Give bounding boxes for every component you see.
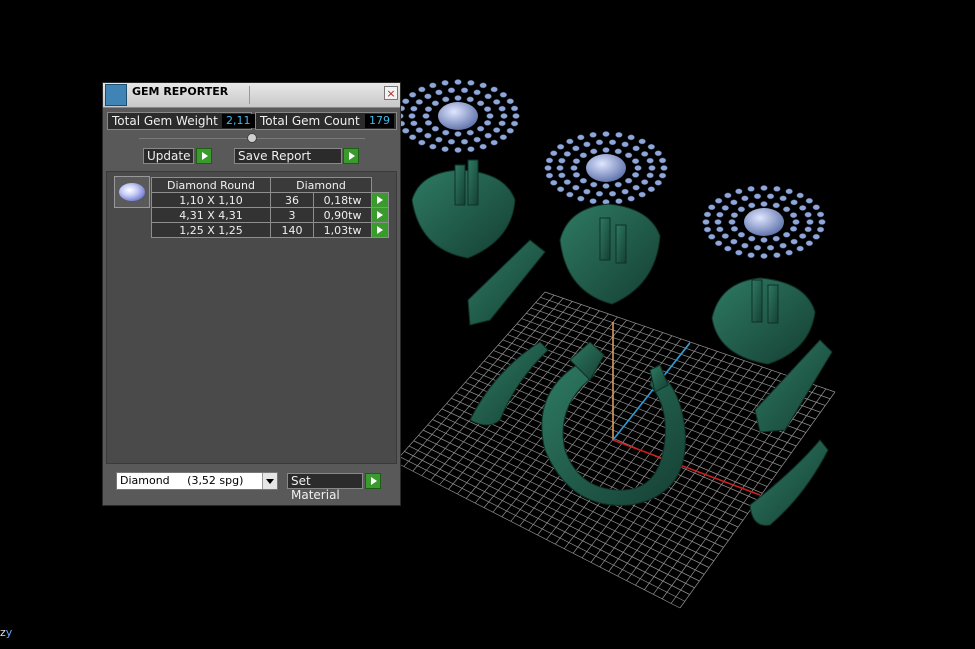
gem-table: Diamond Round Diamond 1,10 X 1,10 36 0,1… — [151, 177, 389, 238]
gem-size: 1,25 X 1,25 — [151, 222, 271, 238]
titlebar-divider — [249, 86, 250, 104]
table-row: 1,25 X 1,25 140 1,03tw — [151, 222, 389, 238]
table-row: 1,10 X 1,10 36 0,18tw — [151, 192, 389, 208]
total-gem-weight-label: Total Gem Weight — [112, 114, 218, 128]
panel-titlebar[interactable]: GEM REPORTER × — [103, 83, 400, 108]
gem-size: 4,31 X 4,31 — [151, 207, 271, 223]
update-go-icon[interactable] — [196, 148, 212, 164]
total-gem-count-label: Total Gem Count — [260, 114, 360, 128]
save-report-label: Save Report — [238, 149, 312, 163]
set-material-button[interactable]: Set Material — [287, 473, 363, 502]
diamond-round-icon — [114, 176, 150, 208]
table-header-shape: Diamond Round — [151, 177, 271, 193]
gem-count: 36 — [269, 192, 315, 208]
row-go-icon[interactable] — [371, 222, 389, 238]
gem-reporter-panel: GEM REPORTER × Total Gem Weight 2,11 Tot… — [102, 82, 401, 506]
material-select[interactable]: Diamond (3,52 spg) — [116, 472, 278, 490]
panel-slider-thumb[interactable] — [247, 133, 257, 143]
material-select-value: Diamond (3,52 spg) — [120, 474, 244, 487]
gem-weight: 0,18tw — [313, 192, 372, 208]
row-go-icon[interactable] — [371, 192, 389, 208]
total-gem-weight-box: Total Gem Weight 2,11 — [107, 112, 255, 130]
gem-weight: 1,03tw — [313, 222, 372, 238]
save-report-button[interactable]: Save Report — [234, 148, 342, 164]
total-gem-count-value: 179 — [365, 114, 394, 128]
set-material-go-icon[interactable] — [365, 473, 381, 489]
table-row: 4,31 X 4,31 3 0,90tw — [151, 207, 389, 223]
set-material-label: Set Material — [291, 474, 340, 502]
total-gem-weight-value: 2,11 — [222, 114, 255, 128]
save-report-go-icon[interactable] — [343, 148, 359, 164]
close-button[interactable]: × — [384, 86, 398, 100]
table-header-material: Diamond — [270, 177, 372, 193]
gem-reporter-app-icon — [105, 84, 127, 106]
chevron-down-icon[interactable] — [262, 473, 277, 489]
row-go-icon[interactable] — [371, 207, 389, 223]
axis-y-label: y — [5, 626, 13, 639]
panel-title: GEM REPORTER — [132, 85, 229, 98]
update-button-label: Update — [147, 149, 191, 163]
total-gem-count-box: Total Gem Count 179 — [255, 112, 397, 130]
gem-count: 140 — [269, 222, 315, 238]
update-button[interactable]: Update — [143, 148, 194, 164]
gem-weight: 0,90tw — [313, 207, 372, 223]
gem-count: 3 — [269, 207, 315, 223]
gem-size: 1,10 X 1,10 — [151, 192, 271, 208]
gem-list-area: Diamond Round Diamond 1,10 X 1,10 36 0,1… — [106, 171, 397, 464]
